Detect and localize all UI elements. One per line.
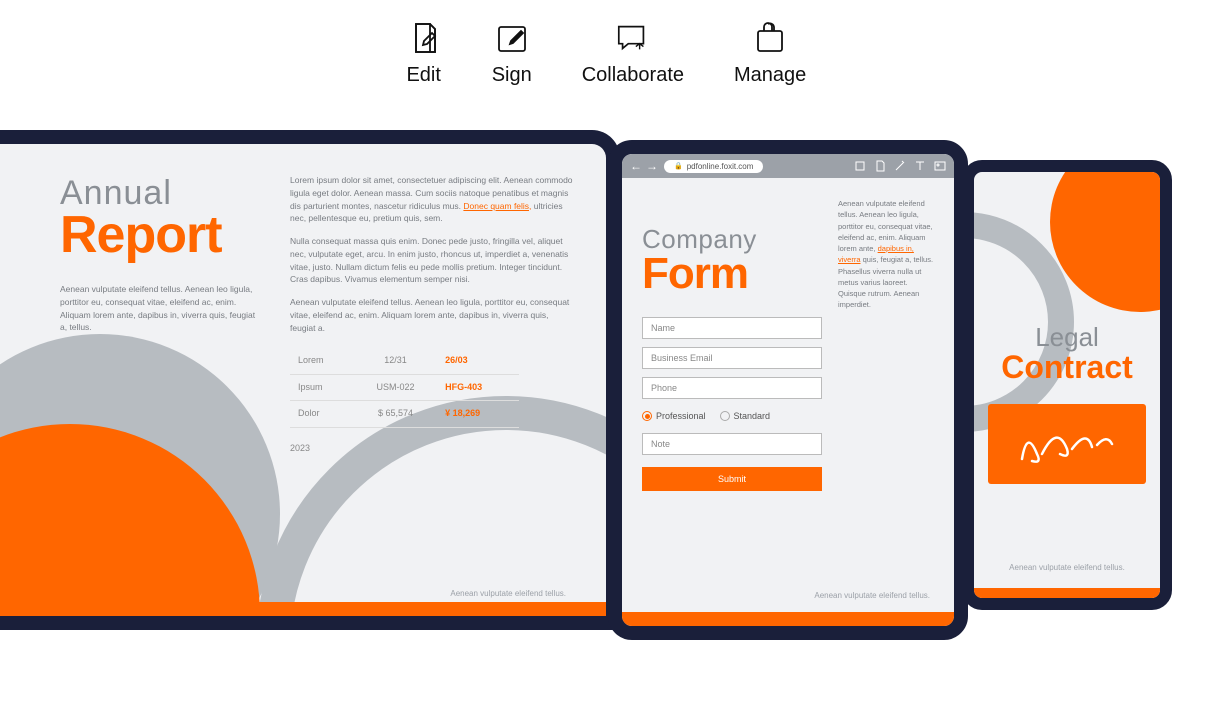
sign-tool[interactable]: Sign [492,20,532,87]
phone-footer: Aenean vulputate eleifend tellus. [974,563,1160,572]
phone-device: Legal Contract Aenean vulputate eleifend… [962,160,1172,610]
report-subtext: Aenean vulputate eleifend tellus. Aenean… [60,283,260,334]
sign-icon [494,20,530,56]
form-sidebar-text: Aenean vulputate eleifend tellus. Aenean… [838,194,934,614]
browser-bar: ← → 🔒 pdfonline.foxit.com [622,154,954,178]
signature-box[interactable] [988,404,1146,484]
back-icon[interactable]: ← [630,159,642,173]
url-text: pdfonline.foxit.com [687,162,754,171]
manage-icon [752,20,788,56]
page-icon[interactable] [874,160,886,172]
collaborate-tool[interactable]: Collaborate [582,20,684,87]
form-title-2: Form [642,249,822,299]
tablet-footer: Aenean vulputate eleifend tellus. [814,591,930,600]
note-field[interactable]: Note [642,433,822,455]
data-table: Lorem12/3126/03 IpsumUSM-022HFG-403 Dolo… [290,348,519,428]
report-para-3: Aenean vulputate eleifend tellus. Aenean… [290,296,576,334]
year-label: 2023 [290,442,576,456]
laptop-device: Annual Report Aenean vulputate eleifend … [0,130,620,660]
manage-label: Manage [734,64,806,87]
radio-standard[interactable]: Standard [720,411,771,421]
accent-bar [0,602,606,616]
url-bar[interactable]: 🔒 pdfonline.foxit.com [664,160,763,173]
report-para-1: Lorem ipsum dolor sit amet, consectetuer… [290,174,576,225]
report-para-2: Nulla consequat massa quis enim. Donec p… [290,235,576,286]
name-field[interactable]: Name [642,317,822,339]
email-field[interactable]: Business Email [642,347,822,369]
table-row: Dolor$ 65,574¥ 18,269 [290,401,519,428]
text-icon[interactable] [914,160,926,172]
sign-label: Sign [492,64,532,87]
collaborate-label: Collaborate [582,64,684,87]
manage-tool[interactable]: Manage [734,20,806,87]
collaborate-icon [615,20,651,56]
radio-icon [642,411,652,421]
table-row: Lorem12/3126/03 [290,348,519,374]
radio-professional[interactable]: Professional [642,411,706,421]
signature-icon [1012,419,1122,469]
legal-title-2: Contract [974,349,1160,386]
submit-button[interactable]: Submit [642,467,822,491]
lock-icon: 🔒 [674,162,683,170]
report-title-2: Report [60,205,260,265]
phone-field[interactable]: Phone [642,377,822,399]
edit-label: Edit [406,64,440,87]
wand-icon[interactable] [894,160,906,172]
crop-icon[interactable] [854,160,866,172]
edit-tool[interactable]: Edit [406,20,442,87]
laptop-footer: Aenean vulputate eleifend tellus. [450,589,566,598]
radio-group: Professional Standard [642,411,822,421]
edit-icon [406,20,442,56]
forward-icon[interactable]: → [646,159,658,173]
image-icon[interactable] [934,160,946,172]
radio-icon [720,411,730,421]
tablet-device: ← → 🔒 pdfonline.foxit.com Company Form N… [608,140,968,640]
accent-bar [974,588,1160,598]
inline-link[interactable]: Donec quam felis, [463,201,531,211]
accent-bar [622,612,954,626]
main-toolbar: Edit Sign Collaborate Manage [0,0,1212,97]
table-row: IpsumUSM-022HFG-403 [290,374,519,401]
